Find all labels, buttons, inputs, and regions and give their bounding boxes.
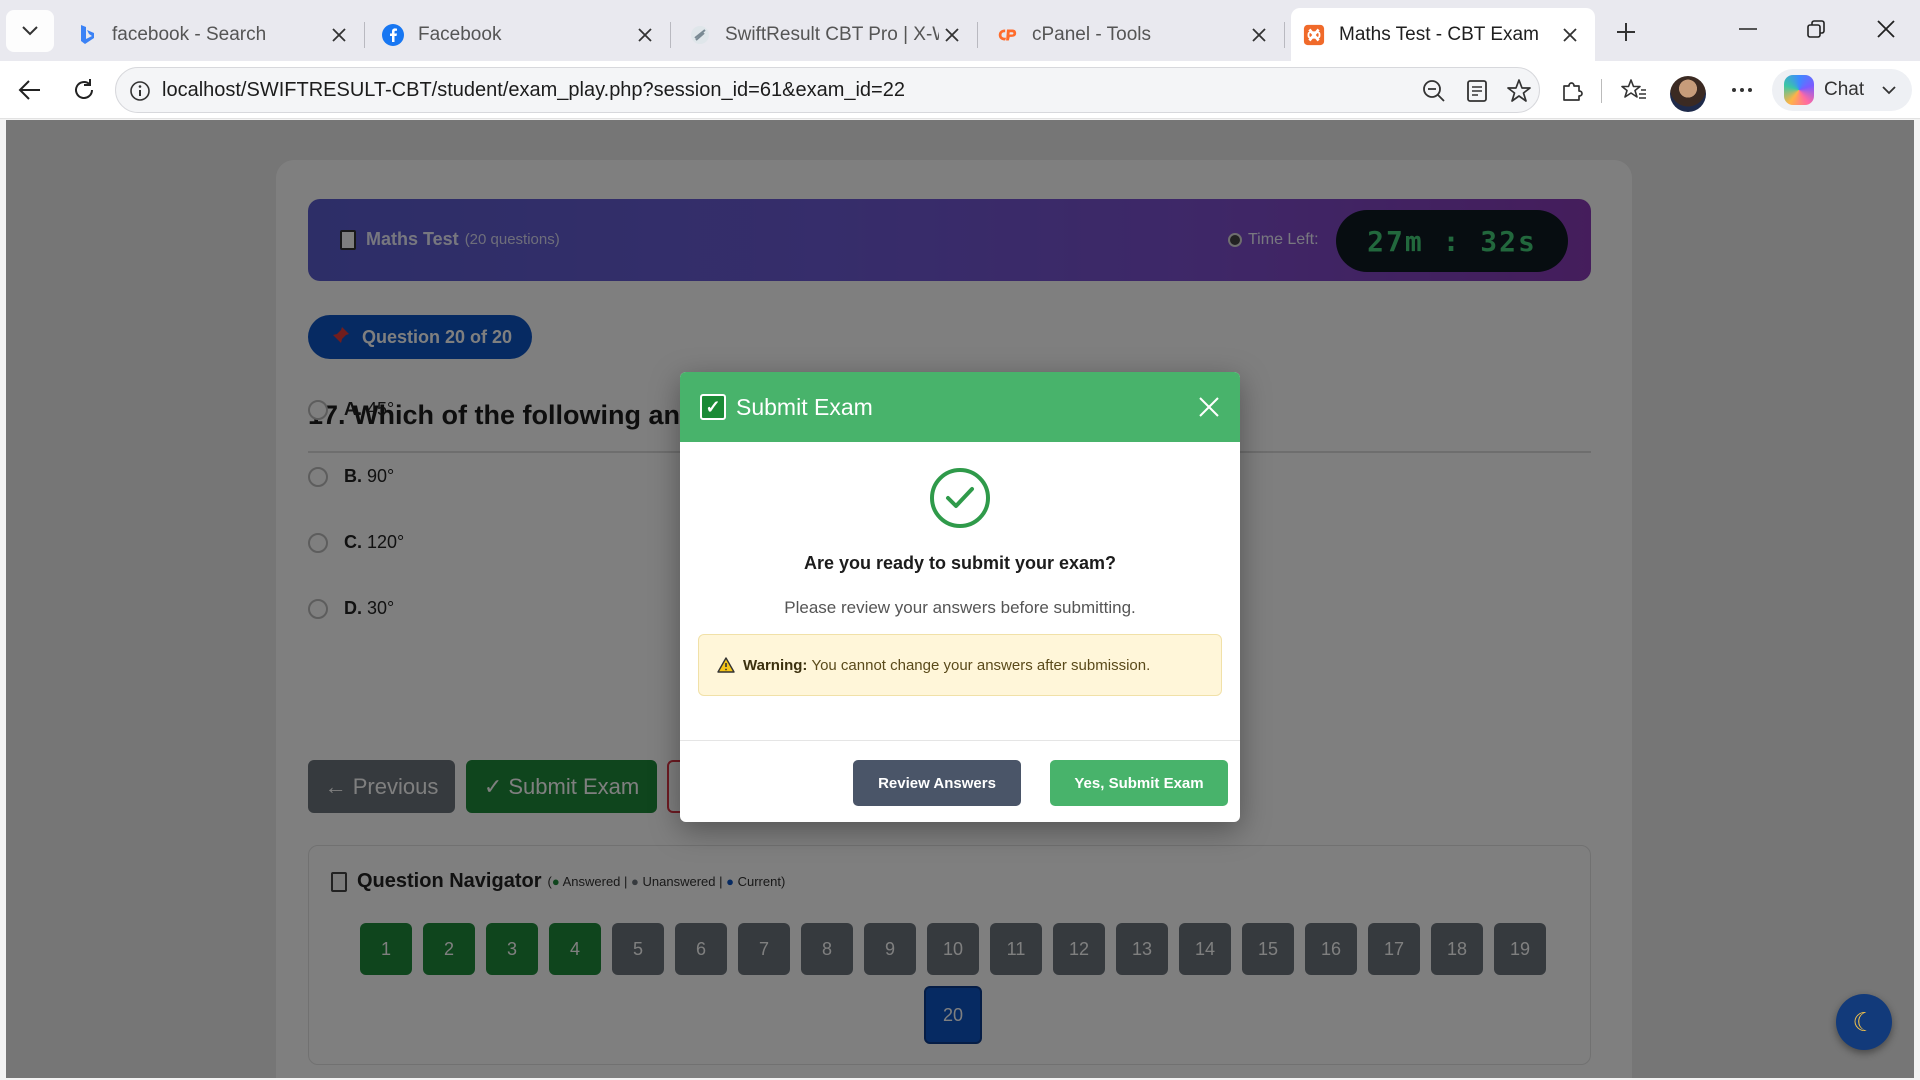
tab-title: Maths Test - CBT Exam bbox=[1339, 23, 1539, 45]
new-tab-button[interactable] bbox=[1604, 12, 1648, 52]
success-check-icon bbox=[930, 468, 990, 528]
warning-label: Warning: bbox=[743, 656, 808, 674]
close-tab-icon[interactable] bbox=[632, 22, 658, 48]
zoom-icon[interactable] bbox=[1418, 75, 1450, 107]
more-options-button[interactable] bbox=[1722, 70, 1762, 110]
info-icon[interactable] bbox=[128, 79, 152, 103]
extensions-button[interactable] bbox=[1552, 70, 1592, 110]
address-bar[interactable]: localhost/SWIFTRESULT-CBT/student/exam_p… bbox=[115, 67, 1540, 113]
close-icon bbox=[1877, 20, 1895, 38]
dark-mode-toggle[interactable]: ☾ bbox=[1836, 994, 1892, 1050]
page-viewport: Maths Test (20 questions) Time Left: 27m… bbox=[6, 120, 1914, 1078]
reload-button[interactable] bbox=[64, 70, 104, 110]
warning-box: Warning: You cannot change your answers … bbox=[698, 634, 1222, 696]
review-answers-button[interactable]: Review Answers bbox=[853, 760, 1021, 806]
copilot-chat-button[interactable]: Chat bbox=[1772, 69, 1912, 111]
browser-toolbar: localhost/SWIFTRESULT-CBT/student/exam_p… bbox=[0, 61, 1920, 119]
chat-label: Chat bbox=[1824, 79, 1865, 100]
tab-swiftresult[interactable]: SwiftResult CBT Pro | X-Web bbox=[677, 8, 978, 61]
moon-icon: ☾ bbox=[1852, 1006, 1876, 1037]
tab-maths-test[interactable]: Maths Test - CBT Exam bbox=[1291, 8, 1595, 61]
close-icon bbox=[1199, 397, 1219, 417]
close-tab-icon[interactable] bbox=[1246, 22, 1272, 48]
minimize-icon bbox=[1739, 28, 1757, 30]
restore-icon bbox=[1807, 20, 1825, 38]
tab-title: Facebook bbox=[418, 23, 502, 45]
chevron-down-icon bbox=[22, 26, 38, 36]
arrow-left-icon bbox=[18, 80, 40, 100]
tab-actions-button[interactable] bbox=[6, 10, 54, 52]
modal-close-button[interactable] bbox=[1192, 390, 1226, 424]
close-window-button[interactable] bbox=[1858, 6, 1914, 52]
warning-icon bbox=[717, 657, 735, 673]
swiftresult-icon bbox=[689, 24, 711, 46]
exam-page: Maths Test (20 questions) Time Left: 27m… bbox=[6, 120, 1914, 1078]
minimize-button[interactable] bbox=[1720, 6, 1776, 52]
more-icon bbox=[1732, 88, 1752, 92]
close-tab-icon[interactable] bbox=[326, 22, 352, 48]
chevron-down-icon bbox=[1882, 79, 1896, 101]
close-tab-icon[interactable] bbox=[1557, 22, 1583, 48]
tab-facebook[interactable]: Facebook bbox=[370, 8, 671, 61]
tab-strip: facebook - Search Facebook SwiftResult C… bbox=[0, 0, 1920, 61]
facebook-icon bbox=[382, 23, 404, 46]
copilot-icon bbox=[1784, 75, 1814, 105]
favorites-list-icon bbox=[1621, 79, 1646, 99]
url-text[interactable]: localhost/SWIFTRESULT-CBT/student/exam_p… bbox=[162, 79, 905, 102]
reader-mode-icon[interactable] bbox=[1461, 75, 1493, 107]
favorites-button[interactable] bbox=[1614, 70, 1654, 110]
bing-icon bbox=[76, 24, 98, 46]
tab-title: cPanel - Tools bbox=[1032, 23, 1151, 45]
cpanel-icon bbox=[996, 24, 1018, 46]
modal-title: Submit Exam bbox=[736, 393, 873, 420]
tab-facebook-search[interactable]: facebook - Search bbox=[64, 8, 365, 61]
back-button[interactable] bbox=[10, 70, 50, 110]
tab-title: SwiftResult CBT Pro | X-Web bbox=[725, 23, 939, 45]
checkbox-checked-icon: ✓ bbox=[700, 394, 726, 420]
modal-header: ✓ Submit Exam bbox=[680, 372, 1240, 442]
plus-icon bbox=[1617, 23, 1635, 41]
modal-question: Are you ready to submit your exam? bbox=[803, 553, 1117, 573]
reload-icon bbox=[75, 79, 93, 99]
confirm-submit-button[interactable]: Yes, Submit Exam bbox=[1050, 760, 1228, 806]
xampp-icon bbox=[1303, 24, 1325, 46]
puzzle-icon bbox=[1563, 82, 1583, 101]
tab-title: facebook - Search bbox=[112, 23, 267, 45]
modal-subtitle: Please review your answers before submit… bbox=[784, 598, 1136, 617]
profile-avatar[interactable] bbox=[1670, 76, 1706, 112]
modal-footer-divider bbox=[680, 740, 1240, 741]
warning-text: You cannot change your answers after sub… bbox=[811, 656, 1151, 674]
restore-button[interactable] bbox=[1788, 6, 1844, 52]
close-tab-icon[interactable] bbox=[939, 22, 965, 48]
tab-cpanel[interactable]: cPanel - Tools bbox=[984, 8, 1285, 61]
favorite-star-icon[interactable] bbox=[1503, 75, 1535, 107]
submit-exam-modal: ✓ Submit Exam Are you ready to submit yo… bbox=[680, 372, 1240, 822]
toolbar-divider bbox=[1601, 79, 1602, 103]
